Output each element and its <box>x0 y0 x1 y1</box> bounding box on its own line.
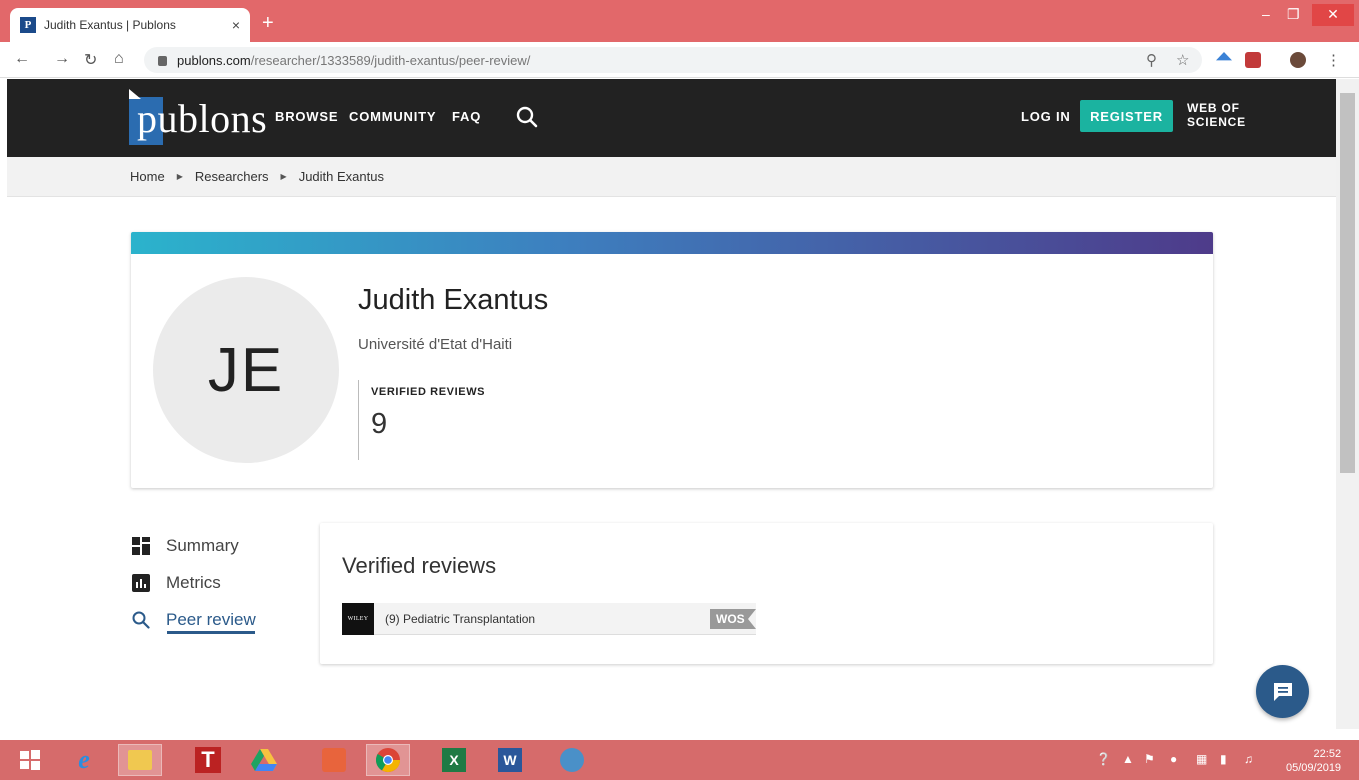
google-drive-icon[interactable] <box>242 744 286 776</box>
windows-taskbar: e T X W ❔ ▲ ⚑ ● ▦ ▮ ♫ 22:52 05/09/2019 <box>0 740 1359 780</box>
stat-label: VERIFIED REVIEWS <box>371 386 486 398</box>
clock-date: 05/09/2019 <box>1286 762 1342 774</box>
sidebar-item-summary[interactable]: Summary <box>132 536 239 556</box>
institution: Université d'Etat d'Haiti <box>358 336 513 353</box>
network-tray-icon[interactable]: ● <box>1170 752 1177 766</box>
tab-close-icon[interactable]: × <box>232 17 240 33</box>
remote-desktop-icon[interactable] <box>550 744 594 776</box>
reload-icon[interactable]: ↻ <box>84 50 97 70</box>
tab-title: Judith Exantus | Publons <box>44 18 176 32</box>
web-of-science-link[interactable]: WEB OF SCIENCE <box>1187 101 1267 129</box>
device-tray-icon[interactable]: ▦ <box>1196 752 1207 766</box>
minimize-icon[interactable]: – <box>1262 6 1270 22</box>
publons-logo[interactable]: publons <box>129 89 267 149</box>
verified-reviews-card: Verified reviews WILEY (9) Pediatric Tra… <box>320 523 1213 664</box>
sidebar-item-label: Summary <box>166 536 239 555</box>
home-icon[interactable]: ⌂ <box>114 50 124 68</box>
wos-line-2: SCIENCE <box>1187 115 1246 129</box>
list-item[interactable]: WILEY (9) Pediatric Transplantation WOS <box>342 602 756 635</box>
help-tray-icon[interactable]: ❔ <box>1096 752 1111 766</box>
journal-name[interactable]: (9) Pediatric Transplantation <box>385 612 710 626</box>
nav-community[interactable]: COMMUNITY <box>349 109 436 124</box>
lock-icon <box>158 56 167 66</box>
chat-icon <box>1273 682 1292 701</box>
chrome-menu-icon[interactable]: ⋮ <box>1326 51 1341 69</box>
stat-value: 9 <box>371 408 388 440</box>
profile-gradient-bar <box>131 232 1213 254</box>
breadcrumb-current: Judith Exantus <box>298 169 384 184</box>
browser-title-bar: P Judith Exantus | Publons × + – ❐ ✕ <box>0 0 1359 42</box>
nav-faq[interactable]: FAQ <box>452 109 481 124</box>
internet-explorer-icon[interactable]: e <box>62 744 106 776</box>
browser-tab[interactable]: P Judith Exantus | Publons × <box>10 8 250 42</box>
chevron-right-icon: ▶ <box>280 172 287 181</box>
new-tab-button[interactable]: + <box>262 13 274 33</box>
file-explorer-icon[interactable] <box>118 744 162 776</box>
bookmark-star-icon[interactable]: ☆ <box>1176 51 1189 69</box>
sidebar-item-peer-review[interactable]: Peer review <box>132 610 256 630</box>
url-host: publons.com <box>177 52 251 68</box>
register-button[interactable]: REGISTER <box>1080 100 1173 132</box>
flag-tray-icon[interactable]: ⚑ <box>1144 752 1155 766</box>
browser-toolbar: ← → ↻ ⌂ publons.com/researcher/1333589/j… <box>0 42 1359 78</box>
sidebar-item-label: Peer review <box>166 610 256 629</box>
clock-time: 22:52 <box>1313 748 1342 760</box>
nav-browse[interactable]: BROWSE <box>275 109 338 124</box>
breadcrumb-home[interactable]: Home <box>130 169 165 184</box>
chrome-icon[interactable] <box>366 744 410 776</box>
login-link[interactable]: LOG IN <box>1021 109 1071 124</box>
active-underline <box>167 631 255 634</box>
wiley-logo: WILEY <box>342 602 374 635</box>
restore-icon[interactable]: ❐ <box>1287 6 1300 23</box>
url-path: /researcher/1333589/judith-exantus/peer-… <box>250 52 531 68</box>
chevron-right-icon: ▶ <box>176 172 183 181</box>
search-icon[interactable] <box>515 105 539 134</box>
address-bar[interactable]: publons.com/researcher/1333589/judith-ex… <box>144 47 1202 73</box>
avatar: JE <box>153 277 339 463</box>
word-icon[interactable]: W <box>488 744 532 776</box>
forward-icon[interactable]: → <box>54 50 70 68</box>
volume-icon[interactable]: ♫ <box>1244 752 1253 766</box>
scrollbar-thumb[interactable] <box>1340 93 1355 473</box>
search-icon <box>132 611 150 629</box>
zoom-icon[interactable]: ⚲ <box>1146 51 1157 69</box>
grid-icon <box>132 537 150 555</box>
profile-avatar-icon[interactable] <box>1290 52 1306 68</box>
tray-expand-icon[interactable]: ▲ <box>1122 752 1134 766</box>
sidebar-item-metrics[interactable]: Metrics <box>132 573 221 593</box>
publons-favicon-icon: P <box>20 17 36 33</box>
wos-line-1: WEB OF <box>1187 101 1240 115</box>
wos-badge: WOS <box>710 608 756 629</box>
section-title: Verified reviews <box>342 553 497 578</box>
page-scrollbar[interactable] <box>1336 79 1359 729</box>
site-header: publons BROWSE COMMUNITY FAQ LOG IN REGI… <box>7 79 1336 157</box>
researcher-name: Judith Exantus <box>358 284 549 316</box>
extension-red-icon[interactable] <box>1245 52 1261 68</box>
sidebar-item-label: Metrics <box>166 573 221 592</box>
extension-arrow-icon[interactable] <box>1216 52 1232 61</box>
logo-text: publons <box>137 96 268 141</box>
window-close-icon[interactable]: ✕ <box>1312 4 1354 26</box>
app-t-icon[interactable]: T <box>186 744 230 776</box>
office-app-icon[interactable] <box>312 744 356 776</box>
bar-chart-icon <box>132 574 150 592</box>
excel-icon[interactable]: X <box>432 744 476 776</box>
windows-start-icon[interactable] <box>8 744 52 776</box>
verified-reviews-stat: VERIFIED REVIEWS 9 <box>358 380 485 460</box>
chat-button[interactable] <box>1256 665 1309 718</box>
signal-tray-icon[interactable]: ▮ <box>1220 752 1227 766</box>
back-icon[interactable]: ← <box>14 50 30 68</box>
breadcrumb: Home ▶ Researchers ▶ Judith Exantus <box>7 157 1336 197</box>
profile-card: JE Judith Exantus Université d'Etat d'Ha… <box>131 232 1213 488</box>
breadcrumb-researchers[interactable]: Researchers <box>195 169 269 184</box>
system-clock[interactable]: 22:52 05/09/2019 <box>1286 747 1341 775</box>
